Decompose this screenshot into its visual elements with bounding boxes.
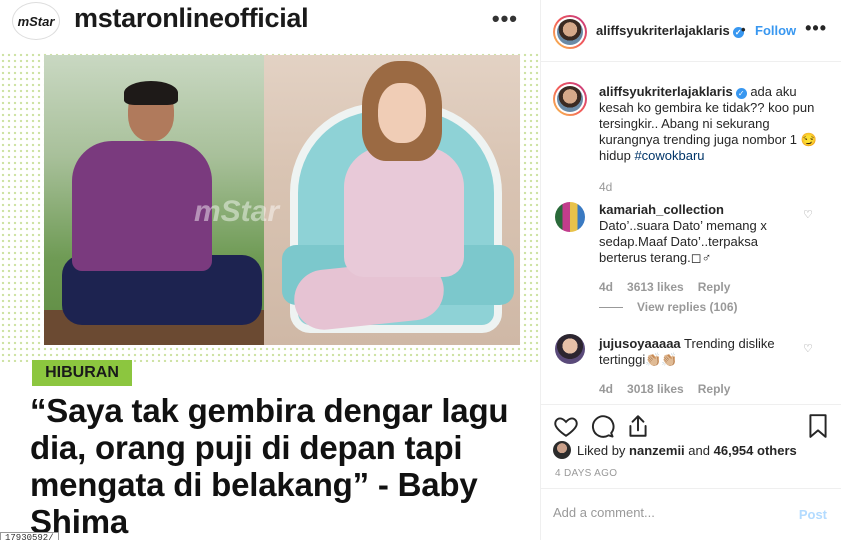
comment-text: kamariah_collection Dato’..suara Dato’ m… <box>599 202 801 266</box>
comment-avatar[interactable] <box>555 202 585 232</box>
comment-input[interactable] <box>553 505 773 520</box>
liker-username[interactable]: nanzemii <box>629 443 685 458</box>
likes-connector: and <box>688 442 710 458</box>
headline: “Saya tak gembira dengar lagu dia, orang… <box>30 392 509 540</box>
like-comment-heart-icon[interactable]: ♡ <box>803 342 813 355</box>
liker-avatar[interactable] <box>553 441 571 459</box>
like-comment-heart-icon[interactable]: ♡ <box>803 208 813 221</box>
man-hair-shape <box>124 81 178 105</box>
post-header: aliffsyukriterlajaklaris ✓ • Follow ••• <box>541 0 841 62</box>
bottom-label: 17930592/ <box>0 532 59 540</box>
caption-time[interactable]: 4d <box>599 180 612 194</box>
woman-face-shape <box>378 83 426 143</box>
embedded-post-header: mStar mstaronlineofficial ••• <box>0 0 540 44</box>
watermark: mStar <box>194 195 280 228</box>
comment-avatar[interactable] <box>555 334 585 364</box>
comment-time[interactable]: 4d <box>599 382 613 396</box>
man-shirt-shape <box>72 141 212 271</box>
comments-list[interactable]: aliffsyukriterlajaklaris ✓ ada aku kesah … <box>541 62 841 402</box>
comment-box: Post <box>541 488 841 540</box>
news-photo: mStar <box>44 55 520 345</box>
post-timestamp[interactable]: 4 DAYS AGO <box>555 468 617 479</box>
comment-meta: 4d 3018 likes Reply <box>599 382 744 396</box>
view-replies-button[interactable]: View replies (106) <box>599 300 738 314</box>
avatar[interactable] <box>553 15 587 49</box>
bookmark-icon[interactable] <box>805 413 831 439</box>
comment-username[interactable]: jujusoyaaaaa <box>599 336 681 351</box>
post-comment-button[interactable]: Post <box>799 507 827 522</box>
mstar-logo: mStar <box>12 2 60 40</box>
share-icon[interactable] <box>625 413 651 439</box>
follow-button[interactable]: Follow <box>755 23 796 38</box>
comment-body: Dato’..suara Dato’ memang x sedap.Maaf D… <box>599 218 767 265</box>
header-username[interactable]: aliffsyukriterlajaklaris ✓ <box>596 23 744 38</box>
comment-meta: 4d 3613 likes Reply <box>599 280 744 294</box>
comment-likes[interactable]: 3613 likes <box>627 280 684 294</box>
caption-avatar[interactable] <box>553 82 587 116</box>
likes-prefix: Liked by <box>577 442 626 458</box>
heart-icon[interactable] <box>553 413 579 439</box>
comment-time[interactable]: 4d <box>599 280 613 294</box>
hashtag-link[interactable]: #cowokbaru <box>634 148 704 163</box>
embedded-more-icon: ••• <box>491 6 518 31</box>
reply-button[interactable]: Reply <box>698 382 731 396</box>
caption-text: aliffsyukriterlajaklaris ✓ ada aku kesah … <box>599 84 831 164</box>
caption-username[interactable]: aliffsyukriterlajaklaris <box>599 84 733 99</box>
comment-text: jujusoyaaaaa Trending dislike tertinggi👏… <box>599 336 801 368</box>
woman-body-shape <box>344 147 464 277</box>
likes-others-button[interactable]: 46,954 others <box>714 443 797 458</box>
action-bar <box>541 404 841 444</box>
mstar-logo-text: mStar <box>17 13 55 29</box>
likes-summary: Liked by nanzemii and 46,954 others <box>553 441 797 459</box>
side-panel: aliffsyukriterlajaklaris ✓ • Follow ••• a… <box>541 0 841 540</box>
comment-username[interactable]: kamariah_collection <box>599 202 724 217</box>
reply-button[interactable]: Reply <box>698 280 731 294</box>
post-image[interactable]: mStar mstaronlineofficial ••• mStar HIBU… <box>0 0 540 540</box>
embedded-username: mstaronlineofficial <box>74 3 309 33</box>
comment-likes[interactable]: 3018 likes <box>627 382 684 396</box>
separator-dot: • <box>741 22 746 37</box>
comment-icon[interactable] <box>589 413 615 439</box>
category-tag: HIBURAN <box>32 360 132 386</box>
verified-icon: ✓ <box>735 88 747 99</box>
more-horizontal-icon[interactable]: ••• <box>805 18 827 39</box>
